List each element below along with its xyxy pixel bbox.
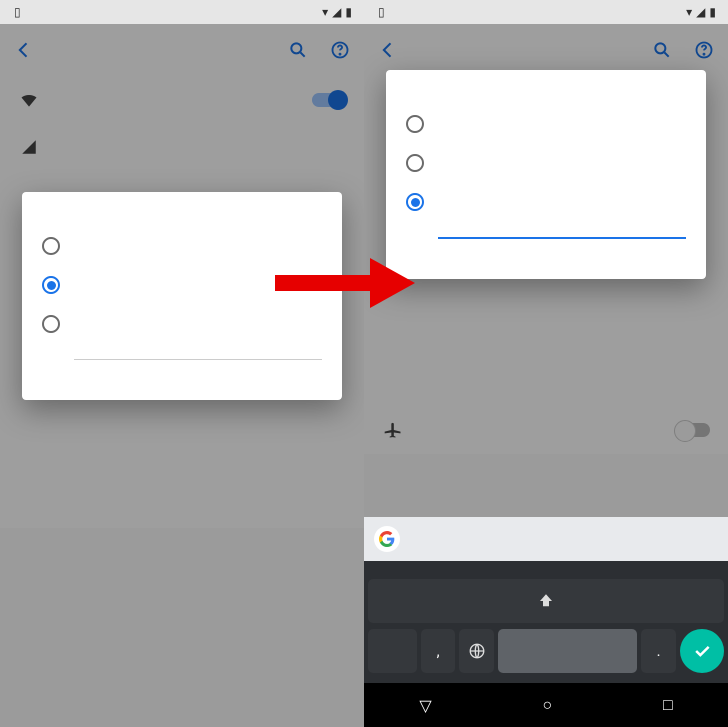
system-nav: ▽ ○ □ bbox=[364, 683, 728, 727]
airplane-toggle[interactable] bbox=[676, 423, 710, 437]
dns-hostname-input[interactable] bbox=[438, 225, 686, 239]
airplane-item[interactable] bbox=[364, 406, 728, 454]
private-dns-item[interactable] bbox=[0, 498, 364, 528]
space-key[interactable] bbox=[498, 629, 637, 673]
radio-hostname[interactable] bbox=[406, 182, 686, 221]
dns-dialog-right bbox=[386, 70, 706, 279]
airplane-icon bbox=[382, 420, 404, 440]
dns-hostname-input[interactable] bbox=[74, 347, 322, 360]
battery-icon: ▮ bbox=[709, 5, 716, 19]
signal-icon: ◢ bbox=[332, 5, 341, 19]
radio-icon bbox=[406, 115, 424, 133]
nav-hide-keyboard[interactable]: ▽ bbox=[419, 696, 431, 715]
wifi-list-icon bbox=[18, 90, 40, 110]
enter-key[interactable] bbox=[680, 629, 724, 673]
suggestion-bar[interactable] bbox=[364, 517, 728, 561]
wifi-icon: ▾ bbox=[322, 5, 328, 19]
back-icon[interactable] bbox=[378, 40, 398, 60]
period-key[interactable]: . bbox=[641, 629, 676, 673]
radio-icon bbox=[406, 193, 424, 211]
nav-home[interactable]: ○ bbox=[542, 695, 552, 715]
wifi-item[interactable] bbox=[0, 76, 364, 124]
status-bar: ▯ ▾ ◢ ▮ bbox=[364, 0, 728, 24]
signal-icon: ◢ bbox=[696, 5, 705, 19]
screenshot-icon: ▯ bbox=[14, 5, 21, 19]
google-icon[interactable] bbox=[374, 526, 400, 552]
symbols-key[interactable] bbox=[368, 629, 417, 673]
screenshot-icon: ▯ bbox=[378, 5, 385, 19]
wifi-icon: ▾ bbox=[686, 5, 692, 19]
radio-auto[interactable] bbox=[406, 143, 686, 182]
help-icon[interactable] bbox=[694, 40, 714, 60]
radio-icon bbox=[42, 315, 60, 333]
nav-recents[interactable]: □ bbox=[663, 695, 673, 715]
tutorial-arrow bbox=[275, 258, 415, 312]
comma-key[interactable]: , bbox=[421, 629, 456, 673]
mobile-item[interactable] bbox=[0, 124, 364, 170]
search-icon[interactable] bbox=[652, 40, 672, 60]
radio-off[interactable] bbox=[406, 104, 686, 143]
search-icon[interactable] bbox=[288, 40, 308, 60]
app-bar bbox=[364, 24, 728, 76]
status-bar: ▯ ▾ ◢ ▮ bbox=[0, 0, 364, 24]
app-bar bbox=[0, 24, 364, 76]
back-icon[interactable] bbox=[14, 40, 34, 60]
language-key[interactable] bbox=[459, 629, 494, 673]
radio-icon bbox=[42, 237, 60, 255]
help-icon[interactable] bbox=[330, 40, 350, 60]
phone-right: ▯ ▾ ◢ ▮ bbox=[364, 0, 728, 727]
phone-left: ▯ ▾ ◢ ▮ bbox=[0, 0, 364, 727]
keyboard: , . ▽ ○ □ bbox=[364, 517, 728, 727]
status-icons: ▾ ◢ ▮ bbox=[322, 5, 356, 19]
radio-icon bbox=[406, 154, 424, 172]
signal-list-icon bbox=[18, 138, 40, 156]
battery-icon: ▮ bbox=[345, 5, 352, 19]
shift-key[interactable] bbox=[368, 579, 724, 623]
wifi-toggle[interactable] bbox=[312, 93, 346, 107]
status-icons: ▾ ◢ ▮ bbox=[686, 5, 720, 19]
radio-icon bbox=[42, 276, 60, 294]
